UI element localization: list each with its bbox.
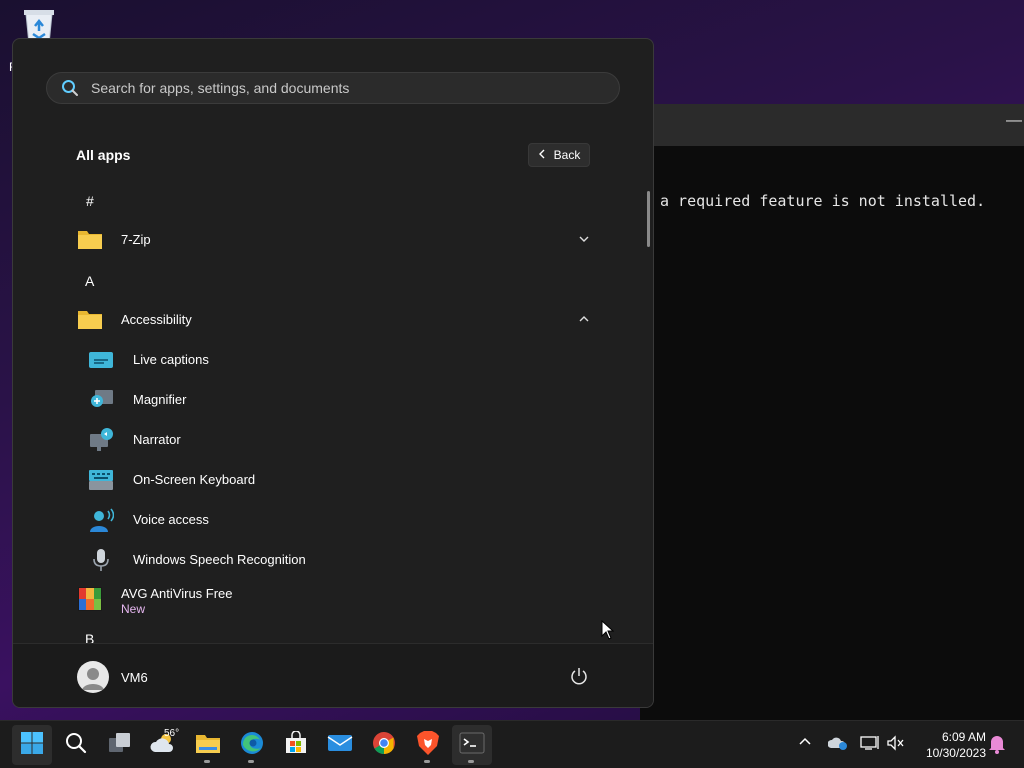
running-indicator <box>248 760 254 763</box>
avg-icon <box>77 586 103 612</box>
volume-muted-icon[interactable] <box>886 735 906 756</box>
scrollbar-thumb[interactable] <box>647 191 650 247</box>
folder-icon <box>77 228 103 250</box>
magnifier-icon <box>88 387 114 413</box>
terminal-output: a required feature is not installed. <box>660 192 986 210</box>
mail-button[interactable] <box>320 725 360 765</box>
microphone-icon <box>88 547 114 573</box>
edge-button[interactable] <box>232 725 272 765</box>
brave-button[interactable] <box>408 725 448 765</box>
letter-header-a[interactable]: A <box>13 259 643 299</box>
list-item-narrator[interactable]: Narrator <box>13 420 643 460</box>
power-icon[interactable] <box>569 666 589 691</box>
letter-label: # <box>86 193 94 209</box>
list-item-7zip[interactable]: 7-Zip <box>13 220 643 260</box>
taskbar: 56° 6:09 AM 10/30/2023 <box>0 720 1024 768</box>
notification-bell-icon[interactable] <box>988 734 1006 759</box>
start-footer: VM6 <box>13 643 653 707</box>
search-icon <box>65 732 87 759</box>
letter-header-hash[interactable]: # <box>13 179 643 219</box>
terminal-icon <box>459 732 485 759</box>
letter-label: A <box>85 273 95 289</box>
search-icon <box>61 79 79 102</box>
app-label: 7-Zip <box>121 232 151 247</box>
start-menu: All apps Back # 7-Zip A <box>12 38 654 708</box>
chevron-up-icon[interactable] <box>798 735 812 754</box>
list-item-live-captions[interactable]: Live captions <box>13 340 643 380</box>
letter-header-b[interactable]: B <box>13 629 643 644</box>
app-label: Live captions <box>133 352 209 367</box>
user-avatar[interactable] <box>77 661 109 693</box>
app-label: Narrator <box>133 432 181 447</box>
narrator-icon <box>88 427 114 453</box>
clock-date: 10/30/2023 <box>925 746 986 760</box>
start-button[interactable] <box>12 725 52 765</box>
network-icon[interactable] <box>860 735 880 756</box>
brave-icon <box>416 730 440 761</box>
app-label: AVG AntiVirus Free <box>121 586 233 601</box>
running-indicator <box>204 760 210 763</box>
clock-time: 6:09 AM <box>941 730 986 744</box>
list-item-on-screen-keyboard[interactable]: On-Screen Keyboard <box>13 460 643 500</box>
live-captions-icon <box>88 347 114 373</box>
chevron-up-icon[interactable] <box>579 312 589 326</box>
windows-logo-icon <box>20 731 44 760</box>
chevron-left-icon <box>538 148 546 162</box>
app-label: Voice access <box>133 512 209 527</box>
app-label: Magnifier <box>133 392 187 407</box>
app-label: On-Screen Keyboard <box>133 472 256 487</box>
edge-icon <box>239 730 265 761</box>
list-item-avg[interactable]: AVG AntiVirus Free New <box>13 578 643 624</box>
chrome-icon <box>371 730 397 761</box>
running-indicator <box>468 760 474 763</box>
app-label: Accessibility <box>121 312 192 327</box>
mouse-cursor-icon <box>601 619 615 645</box>
folder-icon <box>77 308 103 330</box>
new-badge: New <box>121 602 146 616</box>
weather-temp: 56° <box>164 728 180 739</box>
list-item-magnifier[interactable]: Magnifier <box>13 380 643 420</box>
terminal-button[interactable] <box>452 725 492 765</box>
search-input[interactable] <box>91 73 611 103</box>
app-label: Windows Speech Recognition <box>133 552 306 567</box>
list-item-speech-recognition[interactable]: Windows Speech Recognition <box>13 540 643 580</box>
search-box[interactable] <box>46 72 620 104</box>
all-apps-title: All apps <box>76 147 131 163</box>
task-view-button[interactable] <box>100 725 140 765</box>
back-button[interactable]: Back <box>528 143 590 167</box>
file-explorer-icon <box>195 732 221 759</box>
terminal-window[interactable]: — a required feature is not installed. <box>640 104 1024 720</box>
store-button[interactable] <box>276 725 316 765</box>
onedrive-icon[interactable] <box>827 735 848 756</box>
minimize-button[interactable]: — <box>1006 112 1022 130</box>
taskbar-search-button[interactable] <box>56 725 96 765</box>
keyboard-icon <box>88 467 114 493</box>
app-list[interactable]: # 7-Zip A Accessibility Live captions Ma… <box>13 179 643 644</box>
running-indicator <box>424 760 430 763</box>
back-label: Back <box>553 148 581 162</box>
voice-access-icon <box>88 507 115 533</box>
terminal-titlebar[interactable]: — <box>640 104 1024 146</box>
clock[interactable]: 6:09 AM 10/30/2023 <box>912 729 986 761</box>
widgets-button[interactable]: 56° <box>144 725 184 765</box>
mail-icon <box>327 733 353 758</box>
file-explorer-button[interactable] <box>188 725 228 765</box>
chevron-down-icon[interactable] <box>579 232 589 246</box>
chrome-button[interactable] <box>364 725 404 765</box>
list-item-voice-access[interactable]: Voice access <box>13 500 643 540</box>
task-view-icon <box>108 732 132 759</box>
user-name[interactable]: VM6 <box>121 670 148 685</box>
store-icon <box>284 729 308 760</box>
list-item-accessibility[interactable]: Accessibility <box>13 300 643 340</box>
